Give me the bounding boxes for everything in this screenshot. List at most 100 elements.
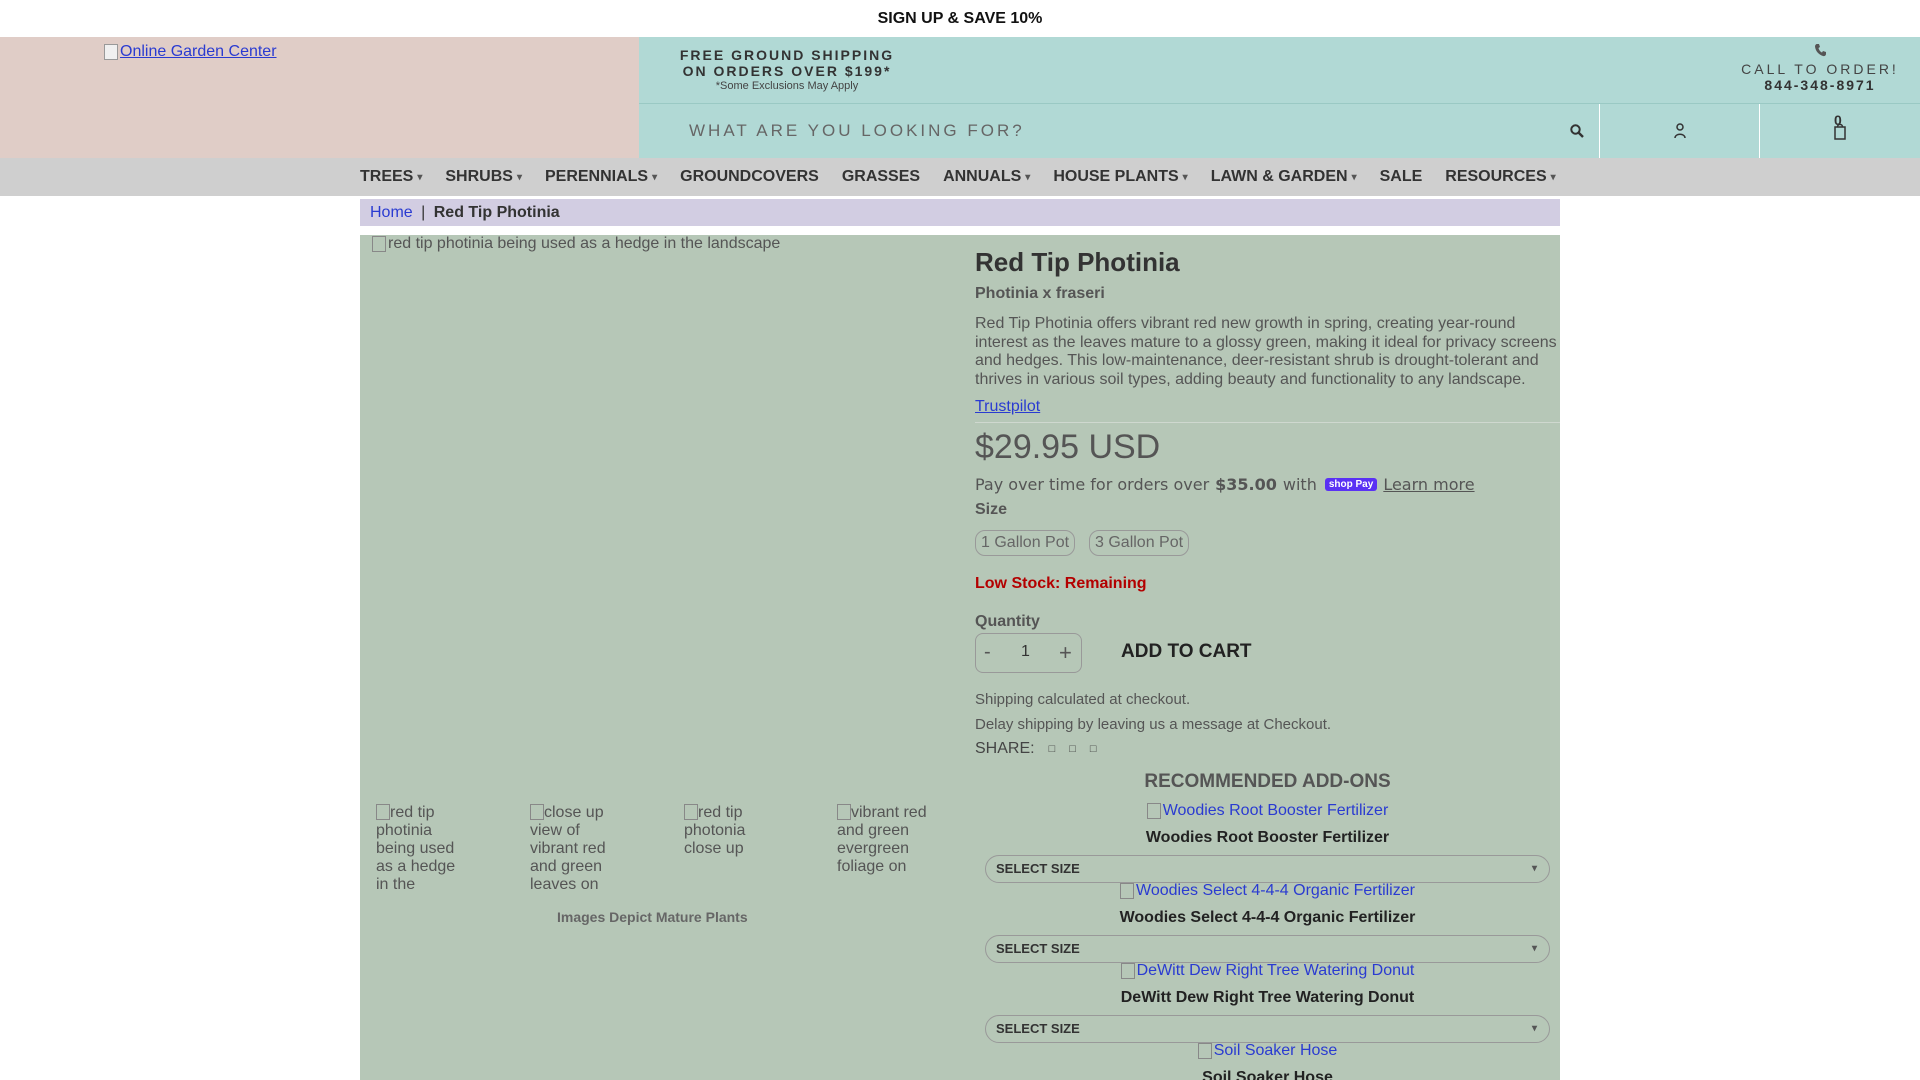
thumb-alt: vibrant red and green evergreen foliage … <box>837 804 927 875</box>
broken-image-icon <box>104 44 118 60</box>
broken-image-icon <box>376 804 390 820</box>
select-size-label: SELECT SIZE <box>996 861 1080 876</box>
logo-link[interactable]: Online Garden Center <box>104 43 277 61</box>
broken-image-icon <box>1120 963 1135 979</box>
nav-item-annuals[interactable]: ANNUALS ▾ <box>943 168 1030 186</box>
nav-item-grasses[interactable]: GRASSES <box>842 168 920 186</box>
recommended-title: RECOMMENDED ADD-ONS <box>1144 771 1391 792</box>
nav-item-trees[interactable]: TREES ▾ <box>360 168 422 186</box>
nav-item-label: RESOURCES <box>1445 168 1547 185</box>
phone-icon <box>1740 43 1900 61</box>
recommended-item: Soil Soaker Hose Soil Soaker Hose <box>975 1042 1560 1080</box>
pinterest-icon[interactable]: □ <box>1090 743 1097 755</box>
breadcrumb-separator: | <box>421 204 426 221</box>
header-info-area: FREE GROUND SHIPPING ON ORDERS OVER $199… <box>639 37 1920 158</box>
quantity-input[interactable]: 1 <box>1021 643 1030 661</box>
broken-image-icon <box>372 236 386 252</box>
broken-image-icon <box>837 804 851 820</box>
gallery-thumb[interactable]: red tip photinia being used as a hedge i… <box>376 804 466 894</box>
mature-plants-note: Images Depict Mature Plants <box>557 909 748 925</box>
recommended-name[interactable]: Woodies Select 4-4-4 Organic Fertilizer <box>975 909 1560 927</box>
recommended-item: Woodies Root Booster Fertilizer Woodies … <box>975 802 1560 883</box>
size-label: Size <box>975 501 1008 518</box>
recommended-image-link[interactable]: DeWitt Dew Right Tree Watering Donut <box>1120 962 1414 980</box>
search-input[interactable] <box>639 104 1599 158</box>
chevron-down-icon: ▾ <box>1351 171 1357 183</box>
select-size-dropdown[interactable]: SELECT SIZE ▾ <box>985 935 1550 963</box>
phone-number[interactable]: 844-348-8971 <box>1740 77 1900 93</box>
breadcrumb-home[interactable]: Home <box>370 204 413 221</box>
nav-item-label: SHRUBS <box>445 168 513 185</box>
broken-image-icon <box>1146 803 1161 819</box>
call-to-order[interactable]: CALL TO ORDER! 844-348-8971 <box>1740 43 1900 93</box>
broken-image-icon <box>684 804 698 820</box>
broken-image-icon <box>1197 1043 1212 1059</box>
learn-more-link[interactable]: Learn more <box>1383 475 1474 494</box>
nav-item-groundcovers[interactable]: GROUNDCOVERS <box>680 168 819 186</box>
nav-item-label: LAWN & GARDEN <box>1210 168 1348 185</box>
product-title: Red Tip Photinia <box>975 247 1180 277</box>
user-icon <box>1673 123 1686 139</box>
announcement-bar[interactable]: SIGN UP & SAVE 10% <box>0 0 1920 37</box>
recommended-image-alt: Soil Soaker Hose <box>1213 1042 1338 1059</box>
broken-image-icon <box>530 804 544 820</box>
nav-item-shrubs[interactable]: SHRUBS ▾ <box>445 168 522 186</box>
recommended-image-link[interactable]: Woodies Root Booster Fertilizer <box>1146 802 1388 820</box>
gallery-thumb[interactable]: close up view of vibrant red and green l… <box>530 804 620 894</box>
logo-area: Online Garden Center <box>0 37 639 158</box>
add-to-cart-button[interactable]: ADD TO CART <box>1121 641 1252 663</box>
shipping-promo: FREE GROUND SHIPPING ON ORDERS OVER $199… <box>639 47 935 93</box>
nav-item-label: ANNUALS <box>943 168 1022 185</box>
trustpilot-link[interactable]: Trustpilot <box>975 398 1040 416</box>
facebook-icon[interactable]: □ <box>1049 743 1056 755</box>
account-button[interactable] <box>1599 104 1759 158</box>
nav-item-lawn-garden[interactable]: LAWN & GARDEN ▾ <box>1211 168 1357 186</box>
recommended-name[interactable]: Soil Soaker Hose <box>975 1069 1560 1080</box>
chevron-down-icon: ▾ <box>516 171 522 183</box>
chevron-down-icon: ▾ <box>1531 863 1537 874</box>
chevron-down-icon: ▾ <box>417 171 423 183</box>
nav-item-sale[interactable]: SALE <box>1380 168 1423 186</box>
recommended-item: DeWitt Dew Right Tree Watering Donut DeW… <box>975 962 1560 1043</box>
quantity-increase-button[interactable]: + <box>1059 640 1072 666</box>
installments-text: Pay over time for orders over <box>975 475 1210 494</box>
search-row: 0 <box>639 103 1920 158</box>
nav-item-perennials[interactable]: PERENNIALS ▾ <box>545 168 657 186</box>
size-option-3-gallon[interactable]: 3 Gallon Pot <box>1089 530 1190 556</box>
logo-alt-text: Online Garden Center <box>120 43 277 60</box>
size-option-1-gallon[interactable]: 1 Gallon Pot <box>975 530 1076 556</box>
gallery-thumb[interactable]: vibrant red and green evergreen foliage … <box>837 804 927 876</box>
shoppay-logo: shop Pay <box>1324 478 1378 491</box>
nav-item-label: HOUSE PLANTS <box>1053 168 1179 185</box>
scientific-name: Photinia x fraseri <box>975 285 1105 302</box>
select-size-label: SELECT SIZE <box>996 1021 1080 1036</box>
select-size-dropdown[interactable]: SELECT SIZE ▾ <box>985 855 1550 883</box>
main-product-image[interactable]: red tip photinia being used as a hedge i… <box>372 235 780 253</box>
installments-banner: Pay over time for orders over $35.00 wit… <box>975 475 1475 494</box>
shipping-line2: ON ORDERS OVER $199* <box>682 63 892 79</box>
nav-item-house-plants[interactable]: HOUSE PLANTS ▾ <box>1053 168 1187 186</box>
quantity-decrease-button[interactable]: - <box>984 641 991 664</box>
recommended-image-link[interactable]: Soil Soaker Hose <box>1197 1042 1338 1060</box>
select-size-label: SELECT SIZE <box>996 941 1080 956</box>
search-button[interactable] <box>1554 104 1599 158</box>
call-label: CALL TO ORDER! <box>1741 61 1899 77</box>
recommended-name[interactable]: Woodies Root Booster Fertilizer <box>975 829 1560 847</box>
breadcrumb: Home | Red Tip Photinia <box>360 199 1560 226</box>
nav-item-label: TREES <box>360 168 414 185</box>
gallery-thumb[interactable]: red tip photonia close up <box>684 804 774 858</box>
nav-item-label: GRASSES <box>841 168 921 185</box>
chevron-down-icon: ▾ <box>1025 171 1031 183</box>
nav-item-resources[interactable]: RESOURCES ▾ <box>1445 168 1555 186</box>
twitter-icon[interactable]: □ <box>1069 743 1076 755</box>
cart-count: 0 <box>1834 112 1842 128</box>
recommended-name[interactable]: DeWitt Dew Right Tree Watering Donut <box>975 989 1560 1007</box>
recommended-item: Woodies Select 4-4-4 Organic Fertilizer … <box>975 882 1560 963</box>
select-size-dropdown[interactable]: SELECT SIZE ▾ <box>985 1015 1550 1043</box>
chevron-down-icon: ▾ <box>1182 171 1188 183</box>
delay-shipping-note: Delay shipping by leaving us a message a… <box>975 716 1332 733</box>
cart-button[interactable]: 0 <box>1759 104 1920 158</box>
recommended-image-link[interactable]: Woodies Select 4-4-4 Organic Fertilizer <box>1120 882 1415 900</box>
recommended-image-alt: Woodies Select 4-4-4 Organic Fertilizer <box>1136 882 1415 899</box>
main-image-alt: red tip photinia being used as a hedge i… <box>388 235 781 252</box>
